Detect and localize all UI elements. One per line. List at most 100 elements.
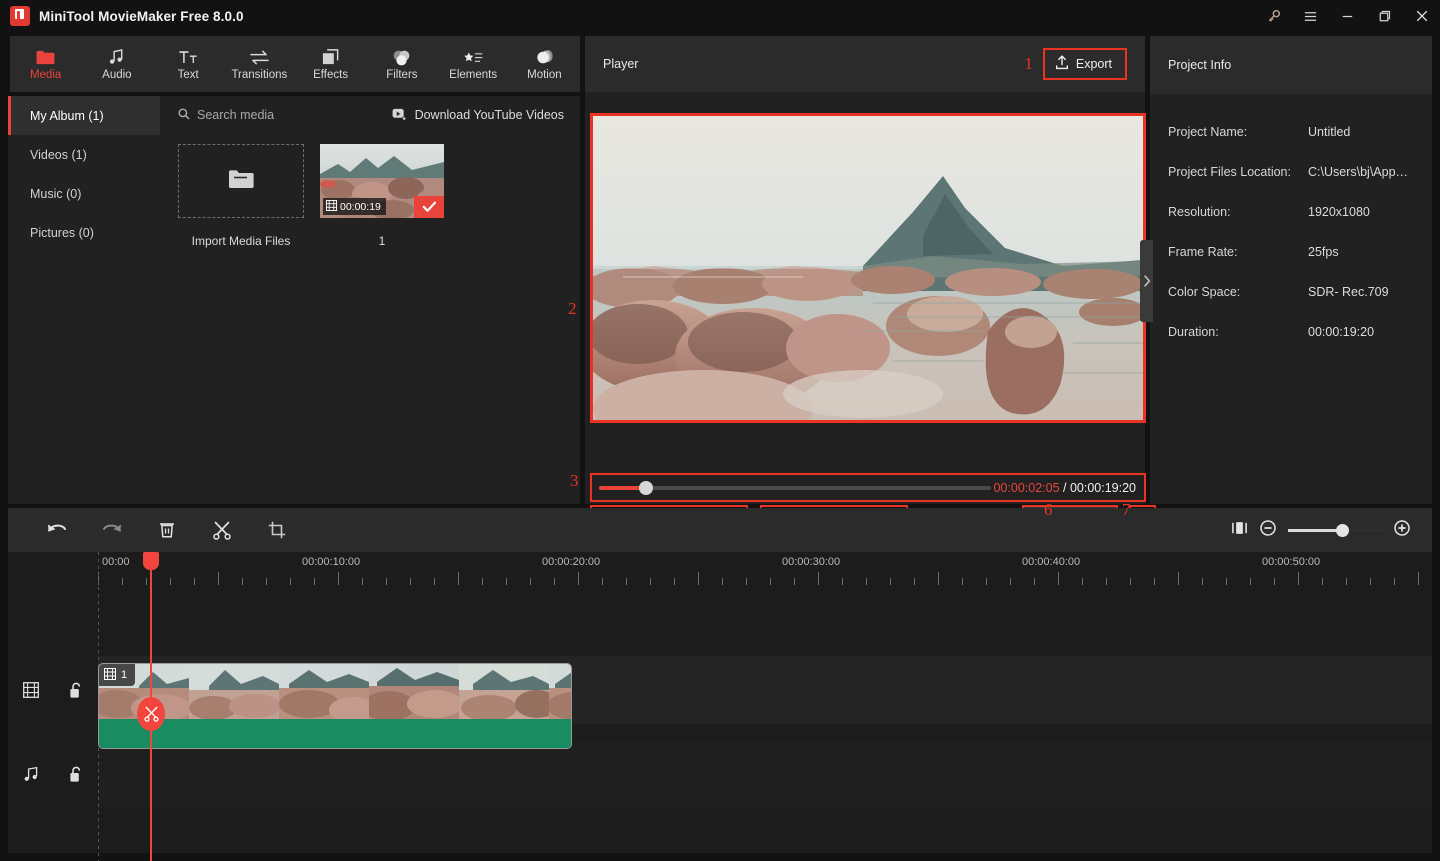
toolbar-item-effects[interactable]: Effects bbox=[295, 36, 366, 92]
ruler-tick bbox=[314, 578, 315, 585]
annotation-6: 6 bbox=[1044, 500, 1053, 519]
ruler-tick bbox=[914, 578, 915, 585]
clip-label: 1 bbox=[121, 669, 128, 681]
ruler-tick bbox=[530, 578, 531, 585]
ruler-tick bbox=[1058, 572, 1059, 585]
media-grid: Import Media Files 00:00:19 1 bbox=[160, 134, 580, 248]
audio-track-header[interactable] bbox=[8, 740, 98, 808]
zoom-slider[interactable] bbox=[1288, 523, 1382, 537]
timeline-playhead[interactable] bbox=[137, 552, 165, 861]
title-bar: MiniTool MovieMaker Free 8.0.0 bbox=[0, 0, 1440, 32]
crop-button[interactable] bbox=[250, 508, 303, 552]
player-title: Player bbox=[603, 57, 639, 71]
key-icon[interactable] bbox=[1255, 0, 1292, 32]
timeline-ruler[interactable]: 00:00 00:00:10:00 00:00:20:00 00:00:30:0… bbox=[8, 552, 1432, 590]
import-media-tile[interactable]: Import Media Files bbox=[178, 144, 304, 248]
ruler-tick bbox=[386, 578, 387, 585]
media-duration-text: 00:00:19 bbox=[340, 200, 381, 213]
media-item[interactable]: 00:00:19 1 bbox=[320, 144, 444, 248]
download-youtube-videos-button[interactable]: Download YouTube Videos bbox=[392, 108, 564, 123]
ruler-tick bbox=[938, 572, 939, 585]
sidebar-item-videos[interactable]: Videos (1) bbox=[8, 135, 160, 174]
media-thumbnail[interactable]: 00:00:19 bbox=[320, 144, 444, 218]
video-preview[interactable] bbox=[590, 113, 1146, 423]
playhead-handle[interactable] bbox=[143, 552, 159, 570]
track-headers bbox=[8, 590, 98, 853]
unlock-icon[interactable] bbox=[54, 766, 98, 783]
search-placeholder: Search media bbox=[197, 108, 275, 122]
ruler-tick bbox=[482, 578, 483, 585]
media-selected-check-icon[interactable] bbox=[414, 196, 444, 218]
toolbar-item-transitions[interactable]: Transitions bbox=[224, 36, 295, 92]
minimize-icon[interactable] bbox=[1329, 0, 1366, 32]
delete-button[interactable] bbox=[140, 508, 193, 552]
seek-slider[interactable] bbox=[599, 480, 991, 495]
video-preview-image bbox=[593, 116, 1143, 420]
zoom-slider-handle[interactable] bbox=[1336, 523, 1349, 537]
ruler-tick bbox=[1178, 572, 1179, 585]
timeline-zoom-controls bbox=[1231, 519, 1410, 541]
toolbar-label: Transitions bbox=[231, 69, 288, 81]
zoom-in-button[interactable] bbox=[1394, 519, 1410, 541]
menu-icon[interactable] bbox=[1292, 0, 1329, 32]
transitions-icon bbox=[249, 47, 270, 66]
toolbar-label: Motion bbox=[527, 69, 562, 81]
timeline-clip[interactable]: 1 bbox=[98, 663, 572, 749]
ruler-tick bbox=[170, 578, 171, 585]
ruler-tick bbox=[146, 578, 147, 585]
toolbar-label: Audio bbox=[102, 69, 132, 81]
time-separator: / bbox=[1059, 480, 1070, 495]
collapse-panel-button[interactable] bbox=[1140, 240, 1153, 322]
toolbar-item-filters[interactable]: Filters bbox=[366, 36, 437, 92]
film-icon bbox=[8, 682, 54, 698]
annotation-7: 7 bbox=[1122, 500, 1131, 519]
video-track-header[interactable] bbox=[8, 656, 98, 724]
search-input[interactable]: Search media bbox=[178, 108, 274, 123]
ruler-tick bbox=[362, 578, 363, 585]
ruler-tick bbox=[266, 578, 267, 585]
filters-icon bbox=[392, 47, 411, 66]
ruler-tick bbox=[506, 578, 507, 585]
ruler-tick bbox=[1418, 572, 1419, 585]
sidebar-item-my-album[interactable]: My Album (1) bbox=[8, 96, 160, 135]
ruler-tick bbox=[1394, 578, 1395, 585]
media-panel: Search media Download YouTube Videos Imp… bbox=[160, 96, 580, 504]
ruler-tick bbox=[242, 578, 243, 585]
media-panel-header: Search media Download YouTube Videos bbox=[160, 96, 580, 134]
annotation-1: 1 bbox=[1024, 54, 1033, 73]
toolbar-item-audio[interactable]: Audio bbox=[81, 36, 152, 92]
film-icon bbox=[104, 667, 116, 683]
toolbar-item-motion[interactable]: Motion bbox=[509, 36, 580, 92]
annotation-3: 3 bbox=[570, 471, 579, 490]
info-key: Resolution: bbox=[1168, 205, 1231, 219]
sidebar-item-pictures[interactable]: Pictures (0) bbox=[8, 213, 160, 252]
import-dropzone[interactable] bbox=[178, 144, 304, 218]
ruler-tick bbox=[722, 578, 723, 585]
fit-timeline-icon[interactable] bbox=[1231, 520, 1248, 541]
seek-handle[interactable] bbox=[639, 480, 653, 495]
split-clip-button[interactable] bbox=[137, 697, 165, 731]
toolbar-item-media[interactable]: Media bbox=[10, 36, 81, 92]
clip-filmstrip bbox=[99, 664, 571, 720]
close-icon[interactable] bbox=[1403, 0, 1440, 32]
main-toolbar: Media Audio Text Transitions Effects Fil… bbox=[10, 36, 580, 92]
export-button[interactable]: Export bbox=[1042, 48, 1127, 80]
ruler-tick bbox=[698, 572, 699, 585]
clip-badge: 1 bbox=[99, 664, 136, 686]
unlock-icon[interactable] bbox=[54, 682, 98, 699]
split-button[interactable] bbox=[195, 508, 248, 552]
redo-button[interactable] bbox=[85, 508, 138, 552]
sidebar-item-music[interactable]: Music (0) bbox=[8, 174, 160, 213]
info-key: Project Files Location: bbox=[1168, 165, 1291, 179]
undo-button[interactable] bbox=[30, 508, 83, 552]
seek-bar-row[interactable]: 00:00:02:05 / 00:00:19:20 bbox=[590, 473, 1146, 502]
app-title: MiniTool MovieMaker Free 8.0.0 bbox=[39, 8, 244, 24]
text-icon bbox=[178, 47, 198, 66]
maximize-icon[interactable] bbox=[1366, 0, 1403, 32]
clip-frame bbox=[189, 664, 281, 720]
toolbar-item-elements[interactable]: Elements bbox=[438, 36, 509, 92]
toolbar-item-text[interactable]: Text bbox=[153, 36, 224, 92]
toolbar-label: Effects bbox=[313, 69, 349, 81]
ruler-tick bbox=[842, 578, 843, 585]
zoom-out-button[interactable] bbox=[1260, 519, 1276, 541]
